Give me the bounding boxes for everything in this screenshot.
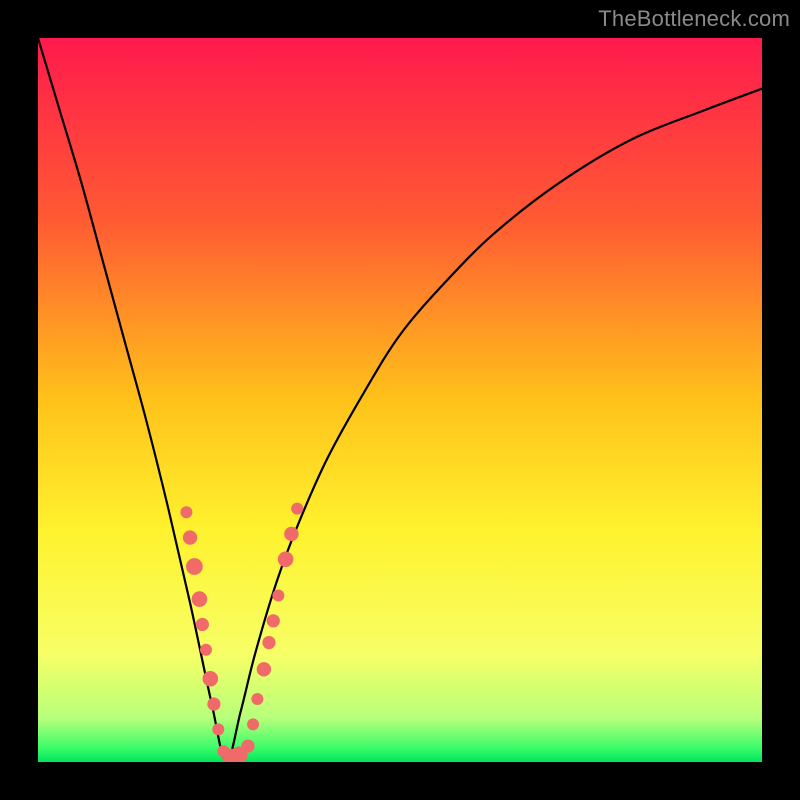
- sample-point: [200, 644, 212, 656]
- sample-point: [267, 614, 280, 627]
- sample-point: [186, 558, 203, 575]
- sample-point: [241, 739, 254, 752]
- sample-point: [212, 723, 224, 735]
- sample-point: [284, 527, 298, 541]
- sample-point: [262, 636, 275, 649]
- sample-point: [278, 551, 294, 567]
- sample-point: [180, 506, 192, 518]
- sample-point: [183, 530, 197, 544]
- sample-point: [251, 693, 263, 705]
- plot-area: [38, 38, 762, 762]
- chart-svg: [38, 38, 762, 762]
- sample-point: [247, 718, 259, 730]
- sample-point: [203, 671, 219, 687]
- sample-point: [196, 618, 209, 631]
- sample-point: [291, 503, 303, 515]
- sample-point: [257, 662, 271, 676]
- gradient-background: [38, 38, 762, 762]
- watermark-text: TheBottleneck.com: [598, 6, 790, 32]
- sample-point: [207, 697, 220, 710]
- chart-frame: TheBottleneck.com: [0, 0, 800, 800]
- sample-point: [192, 591, 208, 607]
- sample-point: [272, 589, 284, 601]
